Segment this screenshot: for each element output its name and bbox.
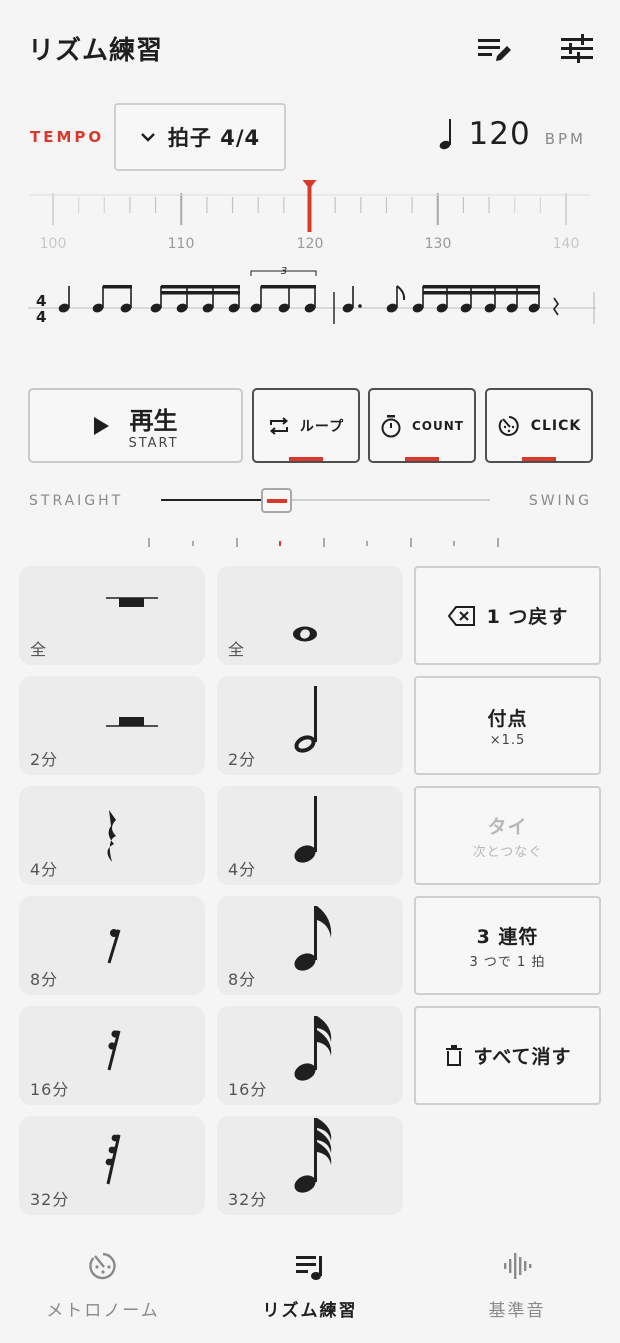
metronome-icon bbox=[89, 1252, 116, 1280]
rhythm-staff[interactable]: 4 4 3 bbox=[0, 262, 620, 332]
loop-label: ループ bbox=[299, 418, 345, 435]
quarter-note-icon bbox=[439, 119, 451, 150]
tuplet-label: 3 bbox=[281, 266, 287, 277]
play-sublabel: START bbox=[128, 435, 179, 451]
thirty-second-note-button[interactable]: 32分 bbox=[217, 1116, 403, 1215]
ruler-label: 100 bbox=[39, 236, 67, 252]
ruler-label: 120 bbox=[296, 236, 324, 252]
bpm-value: 120 bbox=[468, 116, 531, 152]
nav-label: リズム練習 bbox=[262, 1301, 358, 1321]
play-icon bbox=[94, 416, 110, 435]
dot-label: 付点 bbox=[487, 707, 528, 730]
cell-label: 2分 bbox=[228, 750, 257, 769]
active-indicator bbox=[522, 457, 556, 461]
count-label: COUNT bbox=[412, 418, 464, 433]
waveform-icon bbox=[504, 1253, 532, 1279]
undo-label: 1 つ戻す bbox=[486, 606, 569, 628]
triplet-sublabel: 3 つで 1 拍 bbox=[469, 954, 546, 970]
bpm-display: 120 BPM bbox=[439, 116, 586, 152]
nav-reference-tone[interactable]: 基準音 bbox=[414, 1250, 620, 1321]
bpm-unit: BPM bbox=[544, 130, 586, 148]
metronome-icon bbox=[498, 415, 519, 436]
whole-note-button[interactable]: 全 bbox=[217, 566, 403, 665]
ruler-label: 110 bbox=[167, 236, 195, 252]
cell-label: 全 bbox=[228, 640, 246, 659]
cell-label: 全 bbox=[30, 640, 48, 659]
edit-list-icon[interactable] bbox=[475, 30, 513, 68]
sixteenth-note-button[interactable]: 16分 bbox=[217, 1006, 403, 1105]
cell-label: 8分 bbox=[228, 970, 257, 989]
cell-label: 8分 bbox=[30, 970, 59, 989]
undo-button[interactable]: 1 つ戻す bbox=[414, 566, 601, 665]
sixteenth-rest-button[interactable]: 16分 bbox=[19, 1006, 205, 1105]
play-label: 再生 bbox=[129, 406, 178, 435]
nav-label: メトロノーム bbox=[46, 1301, 160, 1321]
thirty-second-rest-button[interactable]: 32分 bbox=[19, 1116, 205, 1215]
tie-sublabel: 次とつなぐ bbox=[472, 844, 543, 860]
swing-track[interactable] bbox=[277, 499, 490, 501]
swing-slider-thumb[interactable] bbox=[261, 488, 292, 513]
nav-metronome[interactable]: メトロノーム bbox=[0, 1250, 206, 1321]
backspace-icon bbox=[447, 605, 475, 626]
clear-label: すべて消す bbox=[473, 1046, 572, 1068]
cell-label: 32分 bbox=[228, 1190, 268, 1209]
tie-label: タイ bbox=[487, 815, 528, 838]
triplet-button[interactable]: 3 連符 3 つで 1 拍 bbox=[414, 896, 601, 995]
nav-label: 基準音 bbox=[488, 1301, 546, 1321]
quarter-note-button[interactable]: 4分 bbox=[217, 786, 403, 885]
click-toggle[interactable]: CLICK bbox=[485, 388, 593, 463]
loop-toggle[interactable]: ループ bbox=[252, 388, 360, 463]
eighth-rest-button[interactable]: 8分 bbox=[19, 896, 205, 995]
chevron-down-icon bbox=[141, 133, 155, 142]
stopwatch-icon bbox=[381, 414, 401, 437]
play-button[interactable]: 再生 START bbox=[28, 388, 243, 463]
page-title: リズム練習 bbox=[28, 36, 164, 66]
sliders-icon[interactable] bbox=[558, 30, 596, 68]
click-label: CLICK bbox=[530, 417, 582, 434]
tie-button[interactable]: タイ 次とつなぐ bbox=[414, 786, 601, 885]
active-indicator bbox=[289, 457, 323, 461]
cell-label: 16分 bbox=[228, 1080, 268, 1099]
tempo-label: TEMPO bbox=[30, 128, 105, 146]
time-signature-bottom: 4 bbox=[36, 308, 46, 326]
rhythm-list-icon bbox=[296, 1256, 322, 1280]
trash-icon bbox=[445, 1044, 462, 1066]
ruler-label: 140 bbox=[552, 236, 580, 252]
quarter-rest-button[interactable]: 4分 bbox=[19, 786, 205, 885]
count-toggle[interactable]: COUNT bbox=[368, 388, 476, 463]
cell-label: 4分 bbox=[30, 860, 59, 879]
meter-select[interactable]: 拍子 4/4 bbox=[114, 103, 286, 171]
cell-label: 2分 bbox=[30, 750, 59, 769]
active-indicator bbox=[405, 457, 439, 461]
nav-rhythm[interactable]: リズム練習 bbox=[207, 1250, 413, 1321]
swing-label: SWING bbox=[528, 493, 592, 509]
meter-value: 拍子 4/4 bbox=[167, 126, 261, 150]
tempo-needle-head[interactable] bbox=[302, 180, 317, 189]
cell-label: 16分 bbox=[30, 1080, 70, 1099]
half-note-button[interactable]: 2分 bbox=[217, 676, 403, 775]
cell-label: 32分 bbox=[30, 1190, 70, 1209]
clear-all-button[interactable]: すべて消す bbox=[414, 1006, 601, 1105]
tempo-ruler[interactable] bbox=[0, 175, 620, 235]
ruler-label: 130 bbox=[424, 236, 452, 252]
triplet-label: 3 連符 bbox=[476, 925, 539, 948]
tempo-needle[interactable] bbox=[307, 183, 312, 232]
cell-label: 4分 bbox=[228, 860, 257, 879]
loop-icon bbox=[269, 416, 288, 435]
dot-sublabel: ×1.5 bbox=[489, 732, 526, 748]
straight-label: STRAIGHT bbox=[29, 493, 124, 509]
half-rest-button[interactable]: 2分 bbox=[19, 676, 205, 775]
swing-track-filled bbox=[161, 499, 277, 501]
whole-rest-button[interactable]: 全 bbox=[19, 566, 205, 665]
eighth-note-button[interactable]: 8分 bbox=[217, 896, 403, 995]
dot-button[interactable]: 付点 ×1.5 bbox=[414, 676, 601, 775]
